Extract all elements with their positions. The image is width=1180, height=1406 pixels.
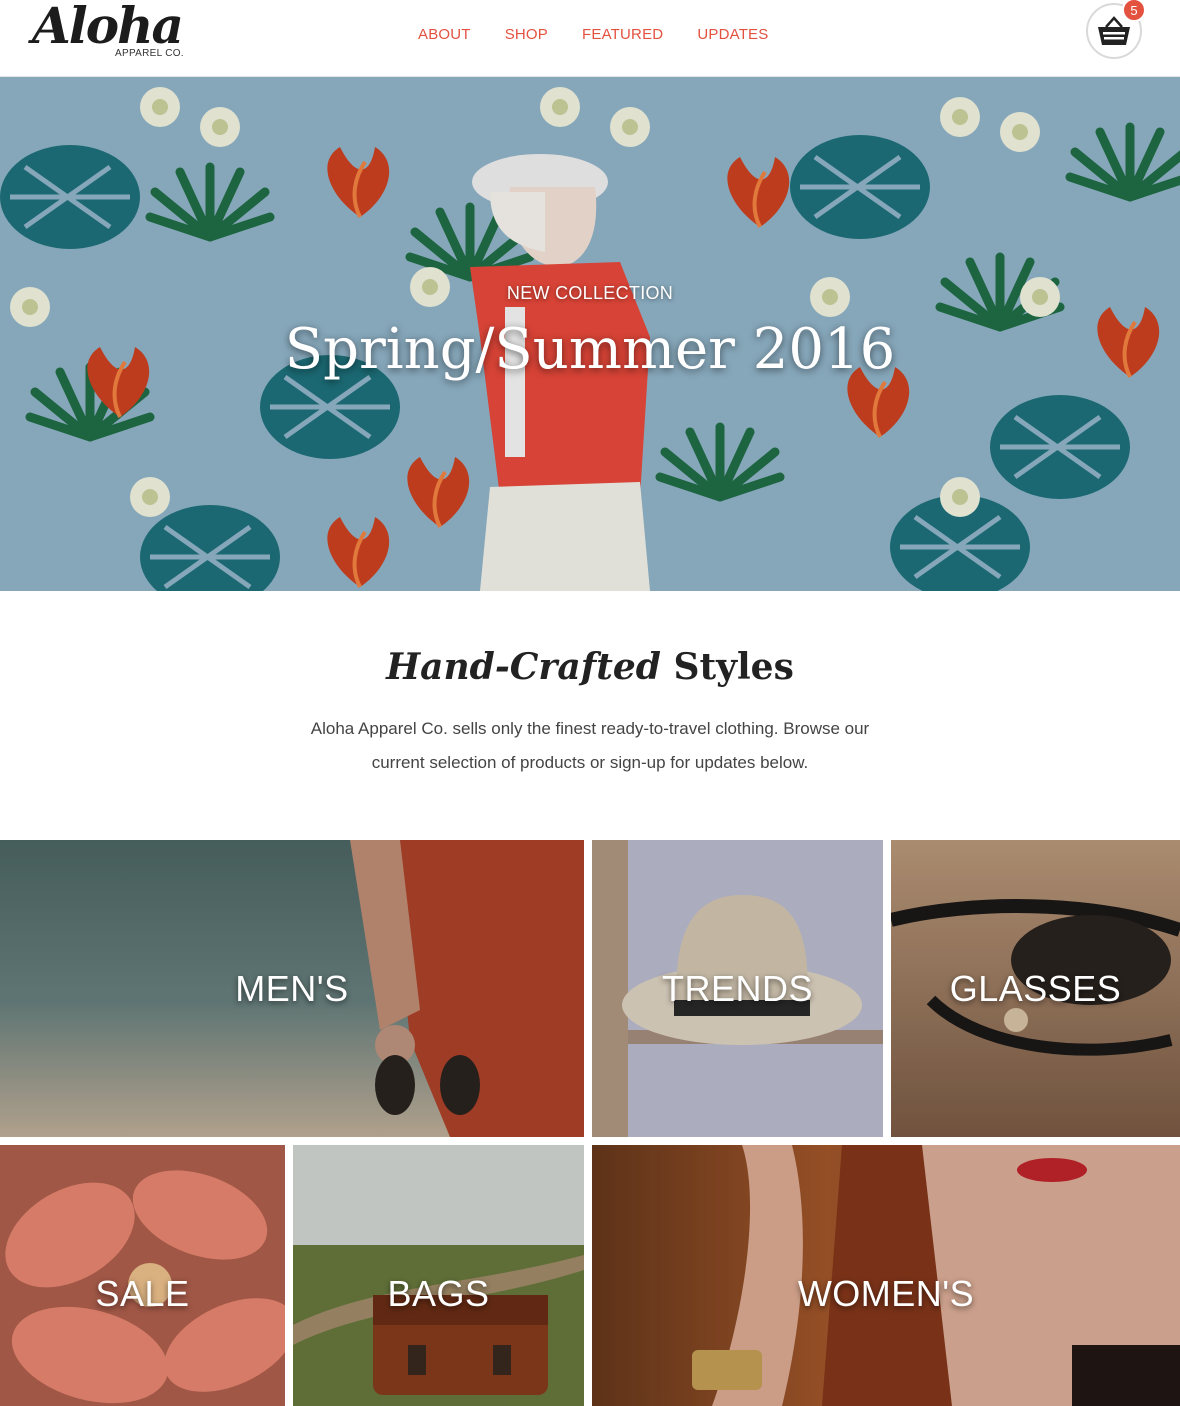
category-tile-bags[interactable]: BAGS bbox=[293, 1145, 584, 1406]
section-description: Aloha Apparel Co. sells only the finest … bbox=[310, 719, 870, 772]
category-tile-trends[interactable]: TRENDS bbox=[592, 840, 883, 1137]
category-tile-sale[interactable]: SALE bbox=[0, 1145, 285, 1406]
category-tile-womens[interactable]: WOMEN'S bbox=[592, 1145, 1180, 1406]
hero-banner: NEW COLLECTION Spring/Summer 2016 bbox=[0, 77, 1180, 591]
section-title-italic: Hand-Crafted bbox=[386, 646, 661, 688]
logo[interactable]: Aloha APPAREL CO. bbox=[32, 0, 192, 70]
category-label-womens: WOMEN'S bbox=[797, 1273, 975, 1314]
category-label-mens: MEN'S bbox=[235, 968, 349, 1009]
category-label-bags: BAGS bbox=[387, 1273, 490, 1314]
hero-title: Spring/Summer 2016 bbox=[284, 317, 896, 382]
main-nav: ABOUT SHOP FEATURED UPDATES bbox=[418, 26, 802, 43]
category-tile-glasses[interactable]: GLASSES bbox=[891, 840, 1180, 1137]
nav-about[interactable]: ABOUT bbox=[418, 26, 471, 43]
site-header: Aloha APPAREL CO. ABOUT SHOP FEATURED UP… bbox=[0, 0, 1180, 77]
category-tile-mens[interactable]: MEN'S bbox=[0, 840, 584, 1137]
category-label-trends: TRENDS bbox=[661, 968, 813, 1009]
nav-featured[interactable]: FEATURED bbox=[582, 26, 663, 43]
nav-updates[interactable]: UPDATES bbox=[697, 26, 768, 43]
hero-eyebrow: NEW COLLECTION bbox=[506, 283, 674, 303]
nav-shop[interactable]: SHOP bbox=[505, 26, 548, 43]
logo-text: Aloha bbox=[32, 0, 184, 55]
section-title-bold: Styles bbox=[673, 646, 794, 688]
category-label-glasses: GLASSES bbox=[949, 968, 1122, 1009]
logo-subtext: APPAREL CO. bbox=[115, 48, 184, 59]
cart-count-badge: 5 bbox=[1122, 0, 1146, 22]
section-title: Hand-Crafted Styles bbox=[0, 646, 1180, 688]
category-label-sale: SALE bbox=[95, 1273, 190, 1314]
